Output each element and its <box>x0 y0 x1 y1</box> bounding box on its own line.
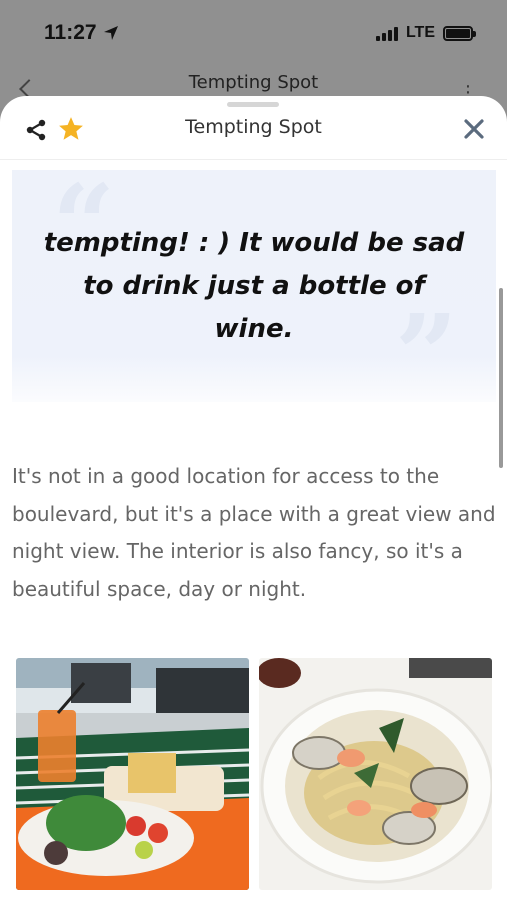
photo-pasta[interactable] <box>259 658 492 890</box>
photo-salad[interactable] <box>16 658 249 890</box>
location-arrow-icon <box>103 26 118 40</box>
sheet-header: Tempting Spot <box>0 96 507 160</box>
signal-icon <box>375 25 398 41</box>
scroll-indicator[interactable] <box>499 288 503 468</box>
underlying-page-title: Tempting Spot <box>188 72 319 93</box>
pasta-photo-image <box>259 658 492 890</box>
review-quote: tempting! : ) It would be sad to drink j… <box>43 228 465 344</box>
battery-icon <box>443 25 476 41</box>
status-time: 11:27 <box>44 21 119 45</box>
sheet-title: Tempting Spot <box>185 116 322 138</box>
status-indicators: LTE <box>375 24 476 42</box>
salad-photo-image <box>16 658 249 890</box>
close-icon[interactable] <box>463 118 485 140</box>
spot-detail-sheet: Tempting Spot “ ” tempting! : ) It would… <box>0 96 507 900</box>
quote-block: “ ” tempting! : ) It would be sad to dri… <box>12 170 496 410</box>
sheet-grabber[interactable] <box>227 102 279 107</box>
status-bar: 11:27 LTE <box>0 0 507 68</box>
review-description: It's not in a good location for access t… <box>12 464 496 601</box>
network-label: LTE <box>405 24 435 41</box>
